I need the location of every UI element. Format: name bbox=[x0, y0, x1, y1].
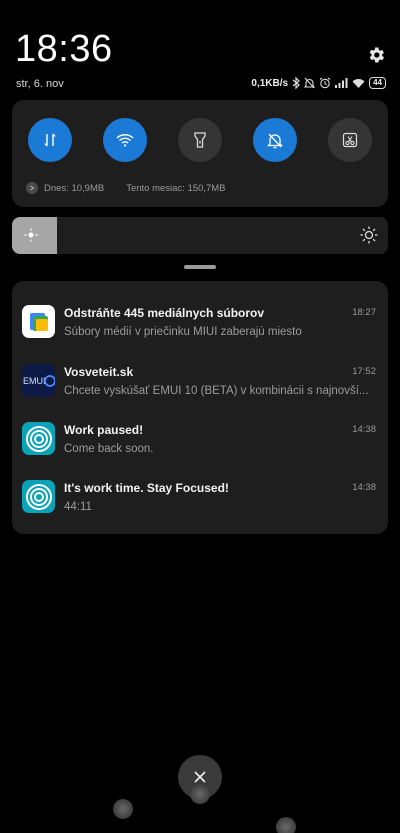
notification-title: Work paused! bbox=[64, 423, 144, 437]
silent-icon bbox=[267, 133, 283, 148]
touch-indicator bbox=[276, 817, 296, 833]
cell-signal-icon bbox=[335, 78, 348, 88]
notification-text: 44:11 bbox=[64, 501, 92, 513]
flashlight-toggle[interactable] bbox=[178, 118, 222, 162]
notification-text: Súbory médií v priečinku MIUI zaberajú m… bbox=[64, 326, 302, 338]
notification-title: It's work time. Stay Focused! bbox=[64, 481, 229, 495]
silent-toggle[interactable] bbox=[253, 118, 297, 162]
quick-settings-toggles bbox=[28, 118, 372, 162]
notification-time: 14:38 bbox=[352, 424, 376, 435]
status-header: 18:36 str, 6. nov 0,1KB/s 44 bbox=[0, 0, 400, 100]
usage-today: Dnes: 10,9MB bbox=[44, 182, 105, 194]
status-icons: 0,1KB/s 44 bbox=[251, 76, 386, 90]
gear-icon[interactable] bbox=[366, 45, 386, 65]
notification-time: 18:27 bbox=[352, 307, 376, 318]
data-usage-icon bbox=[26, 182, 38, 194]
touch-indicator bbox=[190, 784, 210, 804]
network-speed: 0,1KB/s bbox=[251, 77, 289, 89]
bluetooth-icon bbox=[292, 77, 300, 89]
notification-text: Chcete vyskúšať EMUI 10 (BETA) v kombiná… bbox=[64, 385, 369, 397]
alarm-icon bbox=[319, 77, 331, 89]
notification-item[interactable]: EMUI Vosveteit.sk 17:52 Chcete vyskúšať … bbox=[12, 361, 388, 421]
notification-item[interactable]: Work paused! 14:38 Come back soon. bbox=[12, 419, 388, 479]
notification-time: 14:38 bbox=[352, 482, 376, 493]
flashlight-icon bbox=[194, 132, 206, 148]
notification-text: Come back soon. bbox=[64, 443, 154, 455]
battery-level: 44 bbox=[369, 77, 386, 89]
brightness-slider[interactable] bbox=[12, 217, 388, 254]
notification-title: Odstráňte 445 mediálnych súborov bbox=[64, 306, 265, 320]
date-label[interactable]: str, 6. nov bbox=[16, 78, 64, 90]
wifi-status-icon bbox=[352, 78, 365, 88]
notification-title: Vosveteit.sk bbox=[64, 365, 134, 379]
emui-logo-text: EMUI bbox=[23, 376, 46, 386]
files-icon bbox=[22, 305, 55, 338]
notification-time: 17:52 bbox=[352, 366, 376, 377]
notification-item[interactable]: Odstráňte 445 mediálnych súborov 18:27 S… bbox=[12, 302, 388, 362]
notification-item[interactable]: It's work time. Stay Focused! 14:38 44:1… bbox=[12, 477, 388, 537]
scissors-screenshot-icon bbox=[342, 132, 358, 148]
wifi-toggle[interactable] bbox=[103, 118, 147, 162]
mobile-data-toggle[interactable] bbox=[28, 118, 72, 162]
notification-list: Odstráňte 445 mediálnych súborov 18:27 S… bbox=[12, 281, 388, 534]
quick-settings-panel: Dnes: 10,9MB Tento mesiac: 150,7MB bbox=[12, 100, 388, 207]
brightness-high-icon bbox=[360, 226, 378, 249]
focus-timer-icon bbox=[22, 422, 55, 455]
touch-indicator bbox=[113, 799, 133, 819]
silent-bell-icon bbox=[304, 77, 316, 89]
data-usage-row[interactable]: Dnes: 10,9MB Tento mesiac: 150,7MB bbox=[26, 182, 225, 194]
focus-timer-icon bbox=[22, 480, 55, 513]
usage-month: Tento mesiac: 150,7MB bbox=[126, 182, 226, 194]
close-icon bbox=[194, 771, 206, 783]
screenshot-toggle[interactable] bbox=[328, 118, 372, 162]
emui-icon: EMUI bbox=[22, 364, 55, 397]
drag-handle[interactable] bbox=[184, 265, 216, 269]
mobile-data-icon bbox=[44, 133, 56, 147]
clock-time[interactable]: 18:36 bbox=[15, 28, 113, 71]
brightness-low-icon bbox=[24, 228, 38, 247]
wifi-icon bbox=[116, 134, 134, 147]
